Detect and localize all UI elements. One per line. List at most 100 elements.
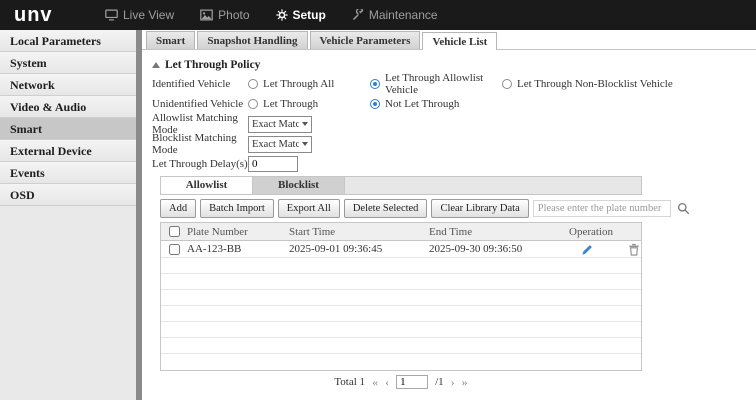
nav-label: Maintenance: [368, 8, 438, 22]
plate-search-input[interactable]: [532, 200, 671, 217]
nav-label: Photo: [218, 8, 250, 22]
nav-photo[interactable]: Photo: [200, 8, 250, 22]
delay-input[interactable]: [248, 156, 298, 172]
allowlist-matching-mode-row: Allowlist Matching Mode Exact Match: [152, 112, 746, 136]
next-page-button[interactable]: ›: [451, 375, 455, 390]
table-row: AA-123-BB 2025-09-01 09:36:45 2025-09-30…: [161, 241, 641, 258]
selected-value: Exact Match: [252, 118, 299, 130]
blocklist-matching-mode-select[interactable]: Exact Match: [248, 135, 312, 153]
radio-label: Let Through All: [263, 78, 335, 90]
radio-label: Not Let Through: [385, 98, 460, 110]
prev-page-button[interactable]: ‹: [385, 375, 389, 390]
delete-selected-button[interactable]: Delete Selected: [343, 199, 428, 218]
nav-live-view[interactable]: Live View: [105, 8, 174, 22]
add-button[interactable]: Add: [160, 199, 197, 218]
blocklist-matching-mode-row: Blocklist Matching Mode Exact Match: [152, 132, 746, 156]
empty-table-row: [161, 274, 641, 290]
search-icon[interactable]: [675, 202, 692, 215]
radio-icon: [248, 99, 258, 109]
library-tab-bar: Allowlist Blocklist: [160, 176, 642, 195]
header-operation: Operation: [569, 225, 613, 238]
app-window: unv Live View Photo Setup Maintenance Lo…: [0, 0, 756, 400]
export-all-button[interactable]: Export All: [277, 199, 340, 218]
gear-icon: [275, 9, 288, 21]
sidebar-item-network[interactable]: Network: [0, 74, 136, 96]
sidebar-item-external-device[interactable]: External Device: [0, 140, 136, 162]
empty-table-row: [161, 322, 641, 338]
nav-maintenance[interactable]: Maintenance: [352, 8, 438, 22]
page-number-input[interactable]: [396, 375, 429, 389]
radio-icon-selected: [370, 99, 380, 109]
brand-logo: unv: [14, 3, 53, 26]
table-header-row: Plate Number Start Time End Time Operati…: [161, 223, 641, 241]
radio-let-through-non-blocklist[interactable]: Let Through Non-Blocklist Vehicle: [502, 78, 673, 90]
tab-bar: Smart Snapshot Handling Vehicle Paramete…: [142, 30, 756, 50]
sidebar-item-local-parameters[interactable]: Local Parameters: [0, 30, 136, 52]
tab-vehicle-list[interactable]: Vehicle List: [422, 32, 498, 50]
section-title: Let Through Policy: [165, 59, 261, 71]
library-toolbar: Add Batch Import Export All Delete Selec…: [160, 199, 689, 218]
main-content: Smart Snapshot Handling Vehicle Paramete…: [142, 30, 756, 400]
total-count: Total 1: [334, 376, 366, 388]
main-nav: Live View Photo Setup Maintenance: [105, 8, 438, 22]
edit-icon[interactable]: [581, 243, 594, 256]
empty-table-row: [161, 338, 641, 354]
radio-let-through-all[interactable]: Let Through All: [248, 78, 370, 90]
sidebar-item-osd[interactable]: OSD: [0, 184, 136, 206]
empty-table-row: [161, 290, 641, 306]
tab-blocklist[interactable]: Blocklist: [253, 177, 345, 194]
field-label: Blocklist Matching Mode: [152, 132, 237, 156]
cell-end-time: 2025-09-30 09:36:50: [429, 243, 523, 255]
wrench-icon: [352, 9, 364, 21]
empty-table-row: [161, 258, 641, 274]
radio-icon: [502, 79, 512, 89]
nav-setup[interactable]: Setup: [275, 8, 326, 22]
sidebar-item-events[interactable]: Events: [0, 162, 136, 184]
radio-icon: [248, 79, 258, 89]
radio-label: Let Through: [263, 98, 319, 110]
photo-icon: [200, 9, 213, 21]
allowlist-matching-mode-select[interactable]: Exact Match: [248, 115, 312, 133]
monitor-icon: [105, 9, 118, 21]
clear-library-data-button[interactable]: Clear Library Data: [431, 199, 529, 218]
identified-vehicle-row: Identified Vehicle Let Through All Let T…: [152, 72, 746, 96]
tab-snapshot-handling[interactable]: Snapshot Handling: [197, 31, 308, 49]
field-label: Let Through Delay(s): [152, 158, 248, 170]
selected-value: Exact Match: [252, 138, 299, 150]
batch-import-button[interactable]: Batch Import: [200, 199, 274, 218]
let-through-delay-row: Let Through Delay(s): [152, 154, 746, 174]
empty-table-row: [161, 354, 641, 370]
nav-label: Setup: [292, 8, 326, 22]
sidebar-item-video-audio[interactable]: Video & Audio: [0, 96, 136, 118]
nav-label: Live View: [123, 8, 175, 22]
header-start-time: Start Time: [289, 225, 336, 238]
plate-library-section: Allowlist Blocklist Add Batch Import Exp…: [160, 176, 689, 391]
select-all-checkbox[interactable]: [161, 226, 187, 237]
delete-icon[interactable]: [628, 243, 640, 256]
header-end-time: End Time: [429, 225, 473, 238]
field-label: Identified Vehicle: [152, 78, 231, 90]
cell-operation: [569, 243, 641, 256]
plate-table: Plate Number Start Time End Time Operati…: [160, 222, 642, 371]
tab-allowlist[interactable]: Allowlist: [161, 177, 253, 194]
let-through-policy-section: Let Through Policy Identified Vehicle Le…: [142, 50, 756, 176]
tab-vehicle-parameters[interactable]: Vehicle Parameters: [309, 31, 421, 49]
pagination-bar: Total 1 « ‹ /1 › »: [160, 373, 642, 391]
radio-label: Let Through Allowlist Vehicle: [385, 72, 484, 96]
sidebar-item-smart[interactable]: Smart: [0, 118, 136, 140]
row-checkbox[interactable]: [161, 243, 187, 255]
radio-not-let-through[interactable]: Not Let Through: [370, 98, 502, 110]
cell-start-time: 2025-09-01 09:36:45: [289, 243, 383, 255]
tab-smart[interactable]: Smart: [146, 31, 196, 49]
empty-table-row: [161, 306, 641, 322]
radio-icon-selected: [370, 79, 380, 89]
sidebar-item-system[interactable]: System: [0, 52, 136, 74]
first-page-button[interactable]: «: [372, 375, 378, 390]
last-page-button[interactable]: »: [462, 375, 468, 390]
header-plate-number: Plate Number: [187, 225, 248, 238]
cell-plate-number: AA-123-BB: [187, 243, 242, 255]
radio-let-through-allowlist[interactable]: Let Through Allowlist Vehicle: [370, 72, 502, 96]
radio-label: Let Through Non-Blocklist Vehicle: [517, 78, 673, 90]
radio-let-through[interactable]: Let Through: [248, 98, 370, 110]
collapse-icon: [152, 62, 160, 68]
